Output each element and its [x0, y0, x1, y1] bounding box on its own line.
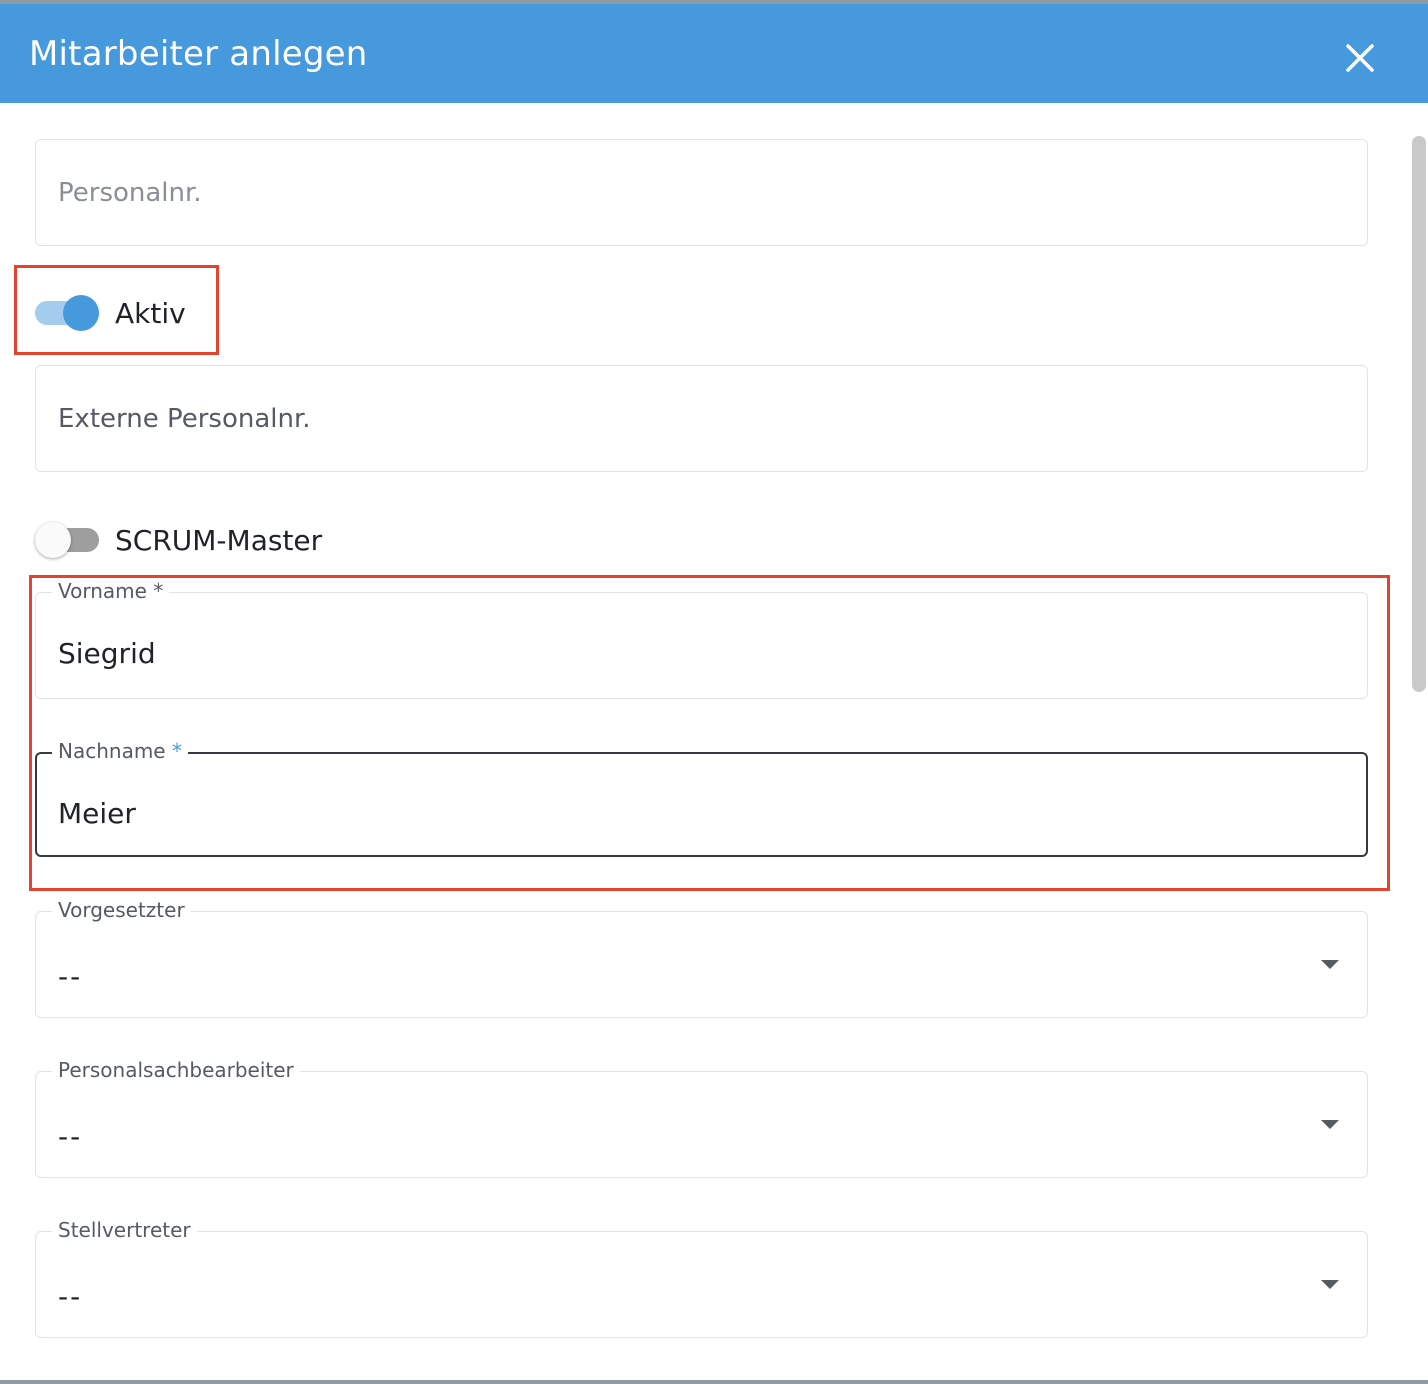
nachname-label-text: Nachname — [58, 739, 166, 763]
scrollbar-thumb[interactable] — [1412, 136, 1426, 692]
vorname-required-mark: * — [153, 579, 164, 603]
nachname-value: Meier — [58, 797, 136, 830]
scrum-master-label: SCRUM-Master — [115, 523, 323, 557]
dialog-header: Mitarbeiter anlegen — [0, 4, 1428, 103]
vorname-label: Vorname * — [52, 579, 170, 603]
nachname-required-mark: * — [171, 739, 182, 763]
stellvertreter-value: -- — [58, 1280, 83, 1313]
stellvertreter-select[interactable]: Stellvertreter -- — [35, 1218, 1368, 1338]
personalsachbearbeiter-label: Personalsachbearbeiter — [52, 1058, 300, 1082]
chevron-down-icon[interactable] — [1321, 1280, 1339, 1289]
nachname-field[interactable]: Nachname * Meier — [35, 739, 1368, 857]
personalsachbearbeiter-select[interactable]: Personalsachbearbeiter -- — [35, 1058, 1368, 1178]
personalsachbearbeiter-value: -- — [58, 1120, 83, 1153]
close-icon — [1346, 44, 1374, 72]
externe-personalnr-field[interactable]: Externe Personalnr. — [35, 365, 1368, 472]
vorgesetzter-value: -- — [58, 960, 83, 993]
aktiv-label: Aktiv — [115, 296, 186, 330]
chevron-down-icon[interactable] — [1321, 960, 1339, 969]
externe-personalnr-placeholder: Externe Personalnr. — [58, 404, 311, 434]
dialog-title: Mitarbeiter anlegen — [29, 34, 368, 74]
aktiv-toggle[interactable]: Aktiv — [35, 293, 186, 333]
vorname-value: Siegrid — [58, 637, 156, 670]
vorname-field[interactable]: Vorname * Siegrid — [35, 579, 1368, 699]
vorgesetzter-label: Vorgesetzter — [52, 898, 191, 922]
vorgesetzter-select[interactable]: Vorgesetzter -- — [35, 898, 1368, 1018]
vorname-label-text: Vorname — [58, 579, 147, 603]
nachname-label: Nachname * — [52, 739, 188, 763]
personalnr-placeholder: Personalnr. — [58, 178, 202, 208]
stellvertreter-label: Stellvertreter — [52, 1218, 197, 1242]
scrum-master-switch-knob — [35, 522, 71, 558]
scrum-master-toggle[interactable]: SCRUM-Master — [35, 520, 322, 560]
personalnr-field[interactable]: Personalnr. — [35, 139, 1368, 246]
close-button[interactable] — [1342, 40, 1378, 76]
bottom-edge — [0, 1380, 1428, 1384]
aktiv-switch[interactable] — [35, 293, 101, 333]
scrum-master-switch[interactable] — [35, 520, 101, 560]
chevron-down-icon[interactable] — [1321, 1120, 1339, 1129]
aktiv-switch-knob — [63, 295, 99, 331]
